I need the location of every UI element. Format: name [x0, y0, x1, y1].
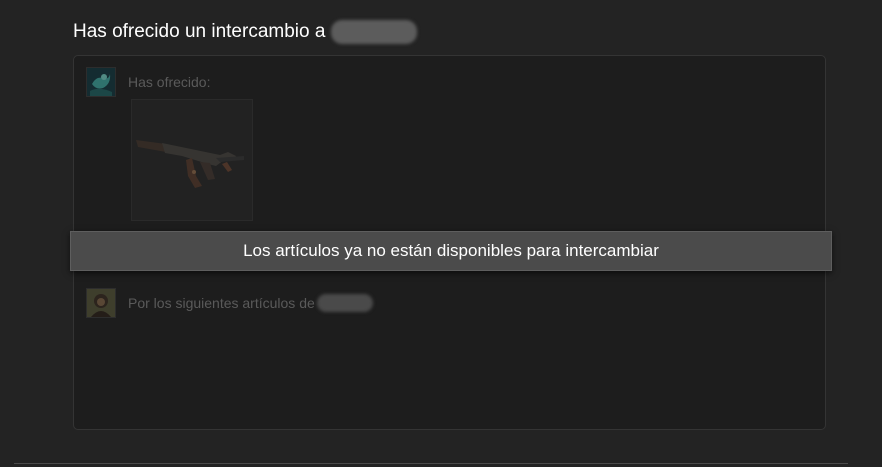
requested-items-text: Por los siguientes artículos de	[128, 295, 315, 311]
section-divider	[14, 463, 848, 464]
avatar-image-icon	[87, 68, 115, 96]
page-title: Has ofrecido un intercambio a	[73, 21, 326, 42]
requested-items-header: Por los siguientes artículos de	[86, 288, 373, 318]
requested-items-label: Por los siguientes artículos de	[128, 294, 373, 312]
avatar-image-icon	[87, 289, 115, 317]
trade-offer-header: Has ofrecido un intercambio a	[73, 19, 418, 45]
redacted-partner-name	[316, 294, 373, 312]
unavailable-items-banner: Los artículos ya no están disponibles pa…	[70, 231, 832, 271]
offered-item-slot[interactable]	[131, 99, 253, 221]
offered-items-label: Has ofrecido:	[128, 74, 211, 90]
banner-message: Los artículos ya no están disponibles pa…	[243, 241, 659, 260]
rifle-icon	[136, 140, 244, 188]
my-avatar[interactable]	[86, 67, 116, 97]
partner-avatar[interactable]	[86, 288, 116, 318]
redacted-username	[331, 20, 418, 44]
offered-items-header: Has ofrecido:	[86, 67, 210, 97]
trade-offer-page: Has ofrecido un intercambio a Has ofreci…	[0, 0, 882, 467]
